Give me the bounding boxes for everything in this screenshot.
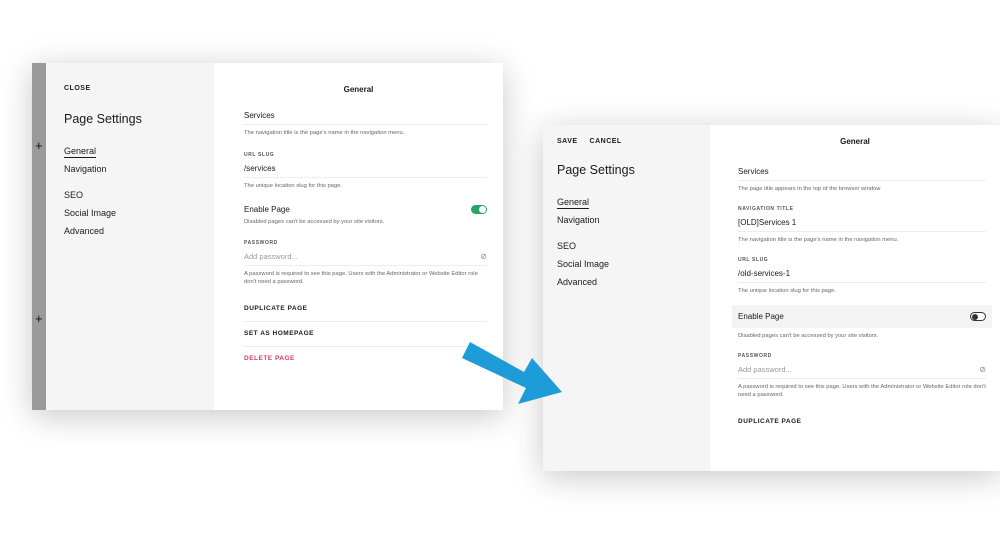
section-header: General: [840, 137, 870, 146]
hide-password-icon[interactable]: ⊘: [979, 365, 986, 374]
settings-main: General Services The navigation title is…: [214, 63, 503, 410]
url-slug-input[interactable]: /old-services-1: [738, 269, 986, 283]
sidebar-actions: SAVE CANCEL: [557, 138, 622, 145]
tab-advanced[interactable]: Advanced: [557, 277, 609, 295]
password-placeholder: Add password...: [738, 365, 792, 375]
cancel-button[interactable]: CANCEL: [590, 138, 622, 145]
navigation-title-input[interactable]: Services: [244, 111, 487, 125]
enable-page-help: Disabled pages can't be accessed by your…: [244, 218, 385, 225]
password-input[interactable]: Add password... ⊘: [244, 252, 487, 267]
navigation-title-help: The navigation title is the page's name …: [244, 130, 405, 136]
sidebar-actions: CLOSE: [64, 85, 91, 92]
tab-seo[interactable]: SEO: [557, 241, 609, 259]
url-slug-help: The unique location slug for this page.: [738, 287, 836, 294]
settings-sidebar: CLOSE Page Settings General Navigation S…: [46, 63, 214, 410]
navigation-title-input[interactable]: [OLD]Services 1: [738, 218, 986, 232]
duplicate-page-button[interactable]: DUPLICATE PAGE: [738, 410, 986, 434]
page-settings-panel-before: + + CLOSE Page Settings General Navigati…: [32, 63, 503, 410]
page-title: Page Settings: [64, 112, 142, 126]
settings-main: General Services The page title appears …: [710, 125, 1000, 471]
tab-seo[interactable]: SEO: [64, 190, 116, 208]
add-section-icon[interactable]: +: [35, 139, 43, 152]
page-title-input[interactable]: Services: [738, 167, 986, 181]
tab-social-image[interactable]: Social Image: [64, 208, 116, 226]
page-title-help: The page title appears in the top of the…: [738, 186, 881, 192]
hide-password-icon[interactable]: ⊘: [480, 252, 487, 261]
password-label: PASSWORD: [738, 353, 772, 360]
tab-navigation[interactable]: Navigation: [557, 215, 609, 233]
enable-page-toggle[interactable]: [471, 204, 487, 214]
password-input[interactable]: Add password... ⊘: [738, 365, 986, 380]
set-as-homepage-button[interactable]: SET AS HOMEPAGE: [244, 322, 487, 348]
navigation-title-help: The navigation title is the page's name …: [738, 236, 899, 243]
tab-social-image[interactable]: Social Image: [557, 259, 609, 277]
enable-page-toggle[interactable]: [970, 312, 986, 322]
tab-general[interactable]: General: [64, 146, 116, 164]
delete-page-button[interactable]: DELETE PAGE: [244, 347, 487, 371]
add-section-icon[interactable]: +: [35, 312, 43, 325]
settings-nav: General Navigation SEO Social Image Adva…: [64, 146, 116, 244]
save-button[interactable]: SAVE: [557, 138, 578, 145]
editor-gutter: + +: [32, 63, 46, 410]
url-slug-input[interactable]: /services: [244, 164, 487, 178]
url-slug-label: URL SLUG: [244, 151, 275, 158]
page-settings-panel-after: SAVE CANCEL Page Settings General Naviga…: [543, 125, 1000, 471]
transition-arrow-icon: [462, 342, 562, 404]
section-header: General: [343, 85, 374, 94]
duplicate-page-button[interactable]: DUPLICATE PAGE: [244, 297, 487, 323]
page-title: Page Settings: [557, 163, 635, 177]
tab-advanced[interactable]: Advanced: [64, 226, 116, 244]
password-help: A password is required to see this page.…: [738, 384, 986, 399]
url-slug-help: The unique location slug for this page.: [244, 182, 342, 189]
enable-page-label: Enable Page: [244, 204, 290, 214]
enable-page-label: Enable Page: [738, 312, 784, 322]
enable-page-help: Disabled pages can't be accessed by your…: [738, 333, 879, 340]
settings-nav: General Navigation SEO Social Image Adva…: [557, 197, 609, 295]
password-help: A password is required to see this page.…: [244, 271, 478, 286]
settings-sidebar: SAVE CANCEL Page Settings General Naviga…: [543, 125, 710, 471]
password-placeholder: Add password...: [244, 252, 298, 262]
tab-navigation[interactable]: Navigation: [64, 164, 116, 182]
navigation-title-label: NAVIGATION TITLE: [738, 205, 794, 212]
arrow-shape: [462, 342, 562, 404]
close-button[interactable]: CLOSE: [64, 85, 91, 92]
tab-general[interactable]: General: [557, 197, 609, 215]
password-label: PASSWORD: [244, 240, 278, 247]
url-slug-label: URL SLUG: [738, 256, 769, 263]
enable-page-row: Enable Page: [732, 305, 992, 329]
